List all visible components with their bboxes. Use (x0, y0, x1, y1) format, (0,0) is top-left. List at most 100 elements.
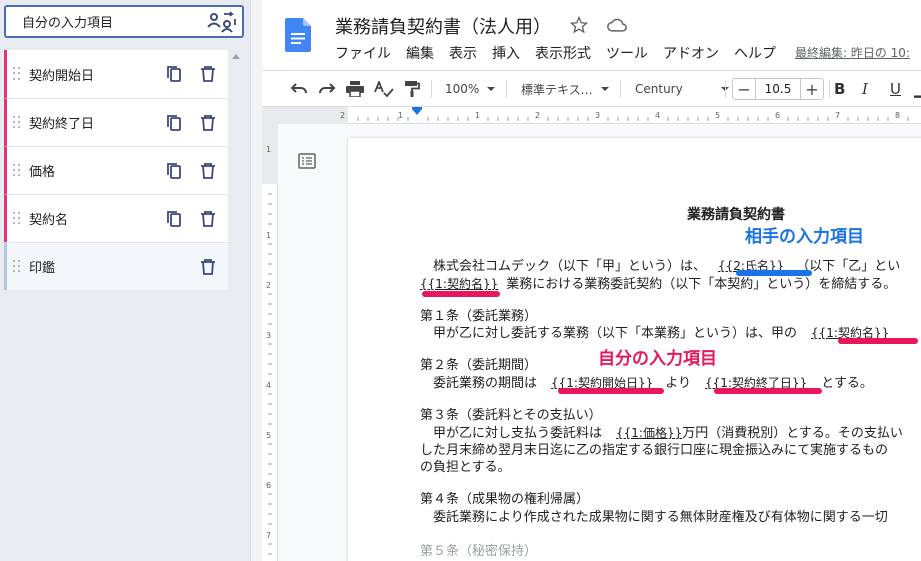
copy-icon[interactable] (164, 209, 184, 229)
highlight-mark (422, 291, 500, 297)
copy-icon[interactable] (164, 113, 184, 133)
paragraph-intro: 株式会社コムデック（以下「甲」という）は、 {{2:氏名}} （以下「乙」とい (420, 255, 900, 274)
menu-view[interactable]: 表示 (449, 43, 477, 63)
decrease-font-size-button[interactable]: − (733, 79, 755, 99)
horizontal-ruler[interactable]: 2 1 1 2 3 4 5 6 7 8 (262, 107, 921, 124)
font-select[interactable]: Century (635, 79, 729, 99)
menu-tools[interactable]: ツール (606, 43, 648, 63)
zoom-value: 100% (445, 82, 480, 96)
document-title[interactable]: 業務請負契約書（法人用） (335, 13, 551, 39)
delete-icon[interactable] (198, 113, 218, 133)
list-item[interactable]: 印鑑 (4, 242, 228, 290)
redo-icon[interactable] (318, 79, 336, 99)
italic-icon[interactable]: I (862, 79, 868, 99)
text: 委託業務の期間は (433, 376, 538, 391)
svg-text:1: 1 (266, 231, 271, 240)
svg-text:5: 5 (715, 111, 720, 120)
drag-handle-icon[interactable] (13, 163, 21, 178)
article-5-title: 第５条（秘密保持） (420, 544, 538, 559)
document-page[interactable]: 業務請負契約書 株式会社コムデック（以下「甲」という）は、 {{2:氏名}} （以下… (348, 138, 921, 561)
scroll-up-icon[interactable] (232, 54, 240, 59)
panel-header-label: 自分の入力項目 (22, 16, 114, 31)
self-input-annotation: 自分の入力項目 (598, 349, 717, 369)
menu-insert[interactable]: 挿入 (492, 43, 520, 63)
delete-icon[interactable] (198, 257, 218, 277)
document-outline-icon[interactable] (298, 153, 316, 173)
undo-icon[interactable] (290, 79, 308, 99)
input-items-panel: 自分の入力項目 契約開始日 契約終了日 価格 契約名 印鑑 (0, 0, 250, 561)
item-label: 印鑑 (29, 261, 56, 276)
star-icon[interactable] (569, 15, 589, 38)
swap-users-icon (207, 10, 236, 33)
svg-text:2: 2 (340, 111, 345, 120)
panel-divider (250, 0, 262, 561)
paint-format-icon[interactable] (404, 79, 420, 99)
font-size-input[interactable]: 10.5 (755, 79, 801, 99)
document-canvas: 2112345678 11234567 業務請負契約書 株式会社コムデック（以下… (262, 107, 921, 561)
list-item[interactable]: 価格 (4, 146, 228, 194)
chevron-down-icon (600, 87, 609, 91)
paragraph-intro-cont: {{1:契約名}} 業務における業務委託契約（以下「本契約」という）を締結する。 (420, 273, 896, 292)
last-edit-link[interactable]: 最終編集: 昨日の 10: (795, 44, 910, 61)
article-1-body: 甲が乙に対し委託する業務（以下「本業務」という）は、甲の {{1:契約名}} (420, 322, 889, 341)
underline-icon[interactable]: U (890, 79, 901, 99)
menu-addons[interactable]: アドオン (663, 43, 719, 63)
delete-icon[interactable] (198, 161, 218, 181)
text-color-icon[interactable]: ▁ (914, 79, 921, 99)
font-value: Century (635, 82, 683, 96)
item-label: 契約開始日 (29, 68, 95, 84)
swap-users-button[interactable] (202, 8, 242, 36)
vertical-ruler[interactable]: 1 1 2 3 4 5 6 7 (262, 124, 278, 561)
spellcheck-icon[interactable] (374, 79, 394, 99)
delete-icon[interactable] (198, 64, 218, 84)
vertical-ruler-ticks: 1 1 2 3 4 5 6 7 (262, 124, 278, 555)
print-icon[interactable] (346, 79, 364, 99)
svg-text:1: 1 (266, 145, 271, 154)
article-2-title: 第２条（委託期間） (420, 358, 538, 373)
menu-format[interactable]: 表示形式 (535, 43, 591, 63)
item-label: 契約名 (29, 213, 69, 228)
increase-font-size-button[interactable]: + (801, 79, 823, 99)
docs-window: 業務請負契約書（法人用） ファイル 編集 表示 挿入 表示形式 ツール アドオン… (262, 0, 921, 561)
bold-icon[interactable]: B (834, 79, 845, 99)
menu-bar: ファイル 編集 表示 挿入 表示形式 ツール アドオン ヘルプ (335, 43, 791, 63)
text: とする。 (821, 376, 873, 391)
article-4-body: 委託業務により作成された成果物に関する無体財産権及び有体物に関する一切 (420, 506, 888, 525)
text: より (665, 376, 691, 391)
drag-handle-icon[interactable] (13, 67, 21, 81)
delete-icon[interactable] (198, 209, 218, 229)
article-4-title: 第４条（成果物の権利帰属） (420, 492, 590, 507)
item-label: 価格 (29, 165, 56, 180)
drag-handle-icon[interactable] (13, 259, 21, 274)
copy-icon[interactable] (164, 64, 184, 84)
list-item[interactable]: 契約名 (4, 194, 228, 242)
svg-text:4: 4 (266, 381, 271, 390)
font-size-control: − 10.5 + (732, 78, 824, 100)
drag-handle-icon[interactable] (13, 211, 21, 226)
highlight-mark (736, 270, 812, 276)
highlight-mark (714, 388, 822, 394)
list-item[interactable]: 契約開始日 (4, 50, 228, 98)
ruler-ticks: 2 1 1 2 3 4 5 6 7 8 (262, 107, 909, 124)
document-heading: 業務請負契約書 (687, 207, 785, 223)
text: 株式会社コムデック（以下「甲」という）は、 (433, 259, 707, 274)
docs-logo-icon[interactable] (285, 18, 311, 56)
svg-text:7: 7 (266, 531, 271, 540)
list-item[interactable]: 契約終了日 (4, 98, 228, 146)
zoom-select[interactable]: 100% (445, 79, 496, 99)
svg-text:2: 2 (266, 281, 271, 290)
menu-help[interactable]: ヘルプ (734, 43, 776, 63)
menu-file[interactable]: ファイル (335, 43, 391, 63)
copy-icon[interactable] (164, 161, 184, 181)
svg-text:6: 6 (775, 111, 780, 120)
panel-scrollbar[interactable] (229, 50, 244, 561)
svg-text:7: 7 (835, 111, 840, 120)
cloud-status-icon[interactable] (607, 17, 627, 37)
drag-handle-icon[interactable] (13, 115, 21, 130)
text: 業務における業務委託契約（以下「本契約」という）を締結する。 (506, 277, 897, 292)
text: 委託業務により作成された成果物に関する無体財産権及び有体物に関する一切 (433, 510, 888, 525)
menu-edit[interactable]: 編集 (406, 43, 434, 63)
svg-text:8: 8 (895, 111, 900, 120)
svg-text:2: 2 (535, 111, 540, 120)
paragraph-style-select[interactable]: 標準テキス… (521, 79, 609, 99)
